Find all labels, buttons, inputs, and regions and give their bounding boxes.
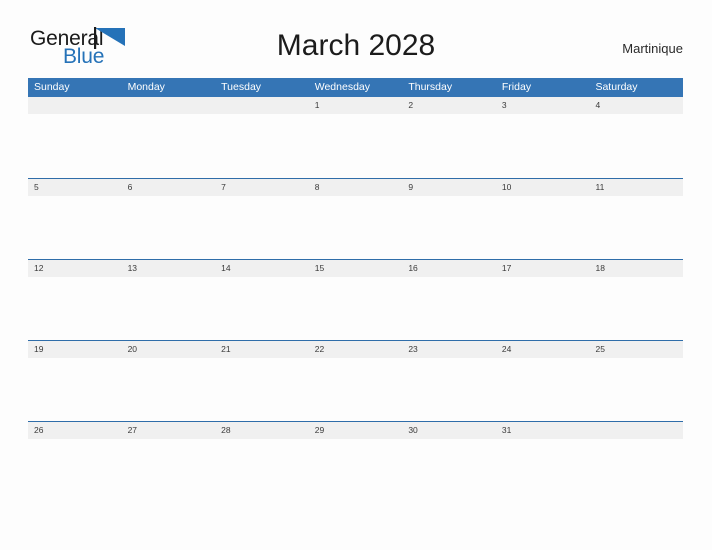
week-row: 26 27 28 29 30 31 (28, 421, 684, 502)
day-cell[interactable]: 8 (308, 179, 403, 259)
day-cell[interactable]: 20 (121, 341, 216, 421)
day-cell[interactable]: 23 (402, 341, 496, 421)
day-number: 29 (314, 425, 325, 435)
day-number: 16 (408, 263, 418, 273)
day-cell[interactable]: 11 (589, 179, 684, 259)
weekday-header-row: Sunday Monday Tuesday Wednesday Thursday… (28, 78, 683, 97)
day-cell[interactable]: 29 (308, 422, 403, 502)
page-header: General Blue March 2028 Martinique (0, 0, 712, 67)
weekday-monday: Monday (127, 81, 165, 93)
calendar-grid: Sunday Monday Tuesday Wednesday Thursday… (28, 78, 684, 502)
day-number: 20 (127, 344, 138, 354)
day-cell[interactable]: 17 (495, 260, 590, 340)
week-row: 5 6 7 8 9 10 11 (28, 178, 684, 259)
day-cell[interactable]: 31 (495, 422, 590, 502)
weekday-tuesday: Tuesday (221, 81, 262, 93)
day-cell[interactable]: 14 (215, 260, 309, 340)
weekday-saturday: Saturday (595, 81, 638, 93)
day-number: 26 (34, 425, 44, 435)
day-cell[interactable]: 4 (589, 97, 684, 178)
day-cell[interactable]: 7 (215, 179, 309, 259)
weekday-wednesday: Wednesday (314, 81, 370, 93)
day-number: 1 (314, 100, 320, 110)
day-cell[interactable]: 18 (589, 260, 684, 340)
day-number: 27 (127, 425, 138, 435)
weekday-friday: Friday (501, 81, 532, 93)
calendar-page: General Blue March 2028 Martinique Sunda… (0, 0, 712, 550)
day-number: 9 (408, 182, 414, 192)
day-number: 15 (314, 263, 325, 273)
week-row: 19 20 21 22 23 24 25 (28, 340, 684, 421)
day-cell[interactable]: 16 (402, 260, 496, 340)
day-number: 10 (501, 182, 512, 192)
day-cell[interactable]: 10 (495, 179, 590, 259)
day-cell[interactable] (589, 422, 684, 502)
day-number: 19 (34, 344, 44, 354)
day-cell[interactable]: 25 (589, 341, 684, 421)
day-cell[interactable]: 22 (308, 341, 403, 421)
day-number: 4 (595, 100, 601, 110)
day-cell[interactable] (28, 97, 122, 178)
day-number: 6 (127, 182, 133, 192)
day-number: 14 (221, 263, 231, 273)
week-row: 1 2 3 4 (28, 97, 684, 178)
day-cell[interactable]: 24 (495, 341, 590, 421)
day-cell[interactable]: 28 (215, 422, 309, 502)
day-cell[interactable]: 19 (28, 341, 122, 421)
weekday-thursday: Thursday (408, 81, 453, 93)
day-cell[interactable]: 9 (402, 179, 496, 259)
day-number: 25 (595, 344, 605, 354)
page-title: March 2028 (276, 29, 436, 62)
day-number: 3 (501, 100, 507, 110)
day-cell[interactable]: 2 (402, 97, 496, 178)
day-number: 5 (34, 182, 39, 192)
day-number: 2 (408, 100, 414, 110)
day-number: 21 (221, 344, 231, 354)
day-number: 13 (127, 263, 138, 273)
day-cell[interactable] (121, 97, 216, 178)
day-number: 18 (595, 263, 605, 273)
day-cell[interactable]: 12 (28, 260, 122, 340)
weekday-sunday: Sunday (34, 81, 70, 93)
day-cell[interactable]: 6 (121, 179, 216, 259)
day-number: 24 (501, 344, 512, 354)
day-number: 22 (314, 344, 325, 354)
day-number: 31 (501, 425, 512, 435)
day-cell[interactable] (215, 97, 309, 178)
day-cell[interactable]: 30 (402, 422, 496, 502)
location-label: Martinique (622, 41, 683, 56)
day-cell[interactable]: 3 (495, 97, 590, 178)
day-cell[interactable]: 13 (121, 260, 216, 340)
day-cell[interactable]: 1 (308, 97, 403, 178)
day-number: 12 (34, 263, 44, 273)
day-cell[interactable]: 26 (28, 422, 122, 502)
day-number: 8 (314, 182, 320, 192)
day-number: 17 (501, 263, 512, 273)
week-row: 12 13 14 15 16 17 18 (28, 259, 684, 340)
day-number: 30 (408, 425, 418, 435)
day-number: 7 (221, 182, 226, 192)
day-cell[interactable]: 5 (28, 179, 122, 259)
day-number: 28 (221, 425, 231, 435)
day-cell[interactable]: 21 (215, 341, 309, 421)
day-number: 23 (408, 344, 418, 354)
day-cell[interactable]: 15 (308, 260, 403, 340)
day-cell[interactable]: 27 (121, 422, 216, 502)
day-number: 11 (595, 182, 605, 192)
